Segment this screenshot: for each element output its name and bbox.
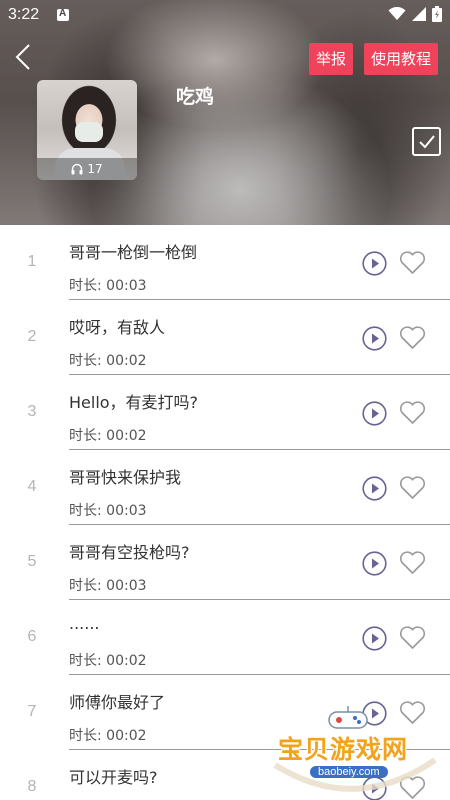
play-icon <box>362 701 387 726</box>
status-time: 3:22 <box>8 6 40 23</box>
item-index: 2 <box>27 328 37 345</box>
item-title: ...... <box>69 614 100 633</box>
select-checkbox[interactable] <box>412 127 441 156</box>
item-index: 8 <box>27 778 37 795</box>
play-button[interactable] <box>362 476 387 501</box>
play-icon <box>362 776 387 800</box>
voice-list: 1 哥哥一枪倒一枪倒 时长: 00:03 2 哎呀，有敌人 时长: 00:02 3 Hello… <box>0 225 450 800</box>
play-icon <box>362 551 387 576</box>
item-title: 哥哥快来保护我 <box>69 468 182 487</box>
heart-icon <box>399 326 426 349</box>
play-button[interactable] <box>362 251 387 276</box>
list-item[interactable]: 6...... 时长: 00:02 <box>0 600 450 675</box>
favorite-button[interactable] <box>399 776 426 800</box>
favorite-button[interactable] <box>399 701 426 725</box>
heart-icon <box>399 251 426 274</box>
item-title: 哥哥有空投枪吗? <box>69 543 190 562</box>
favorite-button[interactable] <box>399 476 426 500</box>
item-duration: 时长: 00:03 <box>69 503 147 519</box>
heart-icon <box>399 551 426 574</box>
listen-count: 17 <box>87 162 103 176</box>
item-index: 5 <box>27 553 37 570</box>
cover-image[interactable]: 17 <box>37 80 137 180</box>
play-button[interactable] <box>362 626 387 651</box>
item-title: 师傅你最好了 <box>69 693 166 712</box>
favorite-button[interactable] <box>399 326 426 350</box>
page-title: 吃鸡 <box>176 86 215 108</box>
signal-icon <box>412 7 426 21</box>
notification-a-icon <box>57 8 69 21</box>
item-duration: 时长: 00:02 <box>69 428 147 444</box>
heart-icon <box>399 401 426 424</box>
list-item[interactable]: 8 可以开麦吗? <box>0 750 450 800</box>
item-index: 3 <box>27 403 37 420</box>
report-button[interactable]: 举报 <box>309 43 353 75</box>
item-duration: 时长: 00:03 <box>69 278 147 294</box>
play-icon <box>362 626 387 651</box>
item-duration: 时长: 00:02 <box>69 728 147 744</box>
list-item[interactable]: 5 哥哥有空投枪吗? 时长: 00:03 <box>0 525 450 600</box>
heart-icon <box>399 701 426 724</box>
heart-icon <box>399 626 426 649</box>
play-icon <box>362 401 387 426</box>
checkmark-icon <box>419 135 435 149</box>
play-icon <box>362 476 387 501</box>
heart-icon <box>399 776 426 799</box>
play-button[interactable] <box>362 401 387 426</box>
headphones-icon <box>71 163 83 175</box>
play-button[interactable] <box>362 326 387 351</box>
item-title: 可以开麦吗? <box>69 768 158 787</box>
item-index: 1 <box>27 253 37 270</box>
play-button[interactable] <box>362 551 387 576</box>
item-duration: 时长: 00:02 <box>69 353 147 369</box>
item-duration: 时长: 00:03 <box>69 578 147 594</box>
favorite-button[interactable] <box>399 401 426 425</box>
item-duration: 时长: 00:02 <box>69 653 147 669</box>
tutorial-button[interactable]: 使用教程 <box>364 43 438 75</box>
list-item[interactable]: 4 哥哥快来保护我 时长: 00:03 <box>0 450 450 525</box>
favorite-button[interactable] <box>399 251 426 275</box>
play-icon <box>362 251 387 276</box>
play-button[interactable] <box>362 701 387 726</box>
status-icons <box>388 6 442 22</box>
list-item[interactable]: 1 哥哥一枪倒一枪倒 时长: 00:03 <box>0 225 450 300</box>
item-index: 4 <box>27 478 37 495</box>
play-icon <box>362 326 387 351</box>
item-index: 6 <box>27 628 37 645</box>
item-index: 7 <box>27 703 37 720</box>
list-item[interactable]: 7 师傅你最好了 时长: 00:02 <box>0 675 450 750</box>
list-item[interactable]: 3 Hello，有麦打吗? 时长: 00:02 <box>0 375 450 450</box>
back-arrow-icon <box>15 44 30 70</box>
favorite-button[interactable] <box>399 626 426 650</box>
list-item[interactable]: 2 哎呀，有敌人 时长: 00:02 <box>0 300 450 375</box>
cover-mask <box>75 122 103 142</box>
item-title: 哥哥一枪倒一枪倒 <box>69 243 198 262</box>
battery-icon <box>432 6 442 22</box>
play-button[interactable] <box>362 776 387 800</box>
listen-count-badge: 17 <box>37 158 137 180</box>
item-title: 哎呀，有敌人 <box>69 318 166 337</box>
wifi-icon <box>388 7 406 20</box>
status-bar: 3:22 <box>0 0 450 30</box>
heart-icon <box>399 476 426 499</box>
favorite-button[interactable] <box>399 551 426 575</box>
item-title: Hello，有麦打吗? <box>69 393 199 412</box>
back-button[interactable] <box>12 42 34 72</box>
